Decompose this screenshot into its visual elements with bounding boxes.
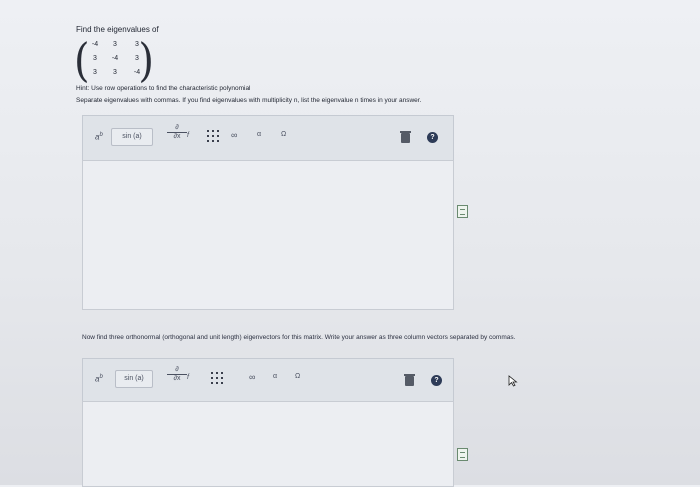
document-icon[interactable] [457, 205, 468, 218]
answer-input-2[interactable] [82, 401, 454, 487]
matrix-cell: 3 [93, 69, 97, 76]
matrix-cell: 3 [113, 41, 117, 48]
derivative-f: f [187, 132, 189, 139]
derivative-bottom: ∂x [167, 132, 187, 141]
matrix-cell: 3 [113, 69, 117, 76]
omega-button[interactable]: Ω [295, 373, 300, 380]
power-exp: b [99, 132, 103, 138]
derivative-button[interactable]: ∂ ∂x [167, 366, 187, 383]
help-icon[interactable]: ? [427, 132, 438, 143]
matrix-cell: 3 [93, 55, 97, 62]
sin-button[interactable]: sin (a) [115, 370, 153, 388]
matrix-cell: -4 [133, 69, 141, 76]
derivative-button[interactable]: ∂ ∂x [167, 124, 187, 141]
instruction-text: Separate eigenvalues with commas. If you… [76, 97, 422, 104]
document-icon[interactable] [457, 448, 468, 461]
infinity-button[interactable]: ∞ [249, 372, 255, 382]
derivative-top: ∂ [175, 366, 179, 373]
math-toolbar-1: ab sin (a) ∂ ∂x f ∞ α Ω ? [82, 115, 454, 161]
matrix: ( ) -4 3 3 3 -4 3 3 3 -4 [74, 38, 154, 84]
matrix-cell: 3 [135, 41, 139, 48]
math-toolbar-2: ab sin (a) ∂ ∂x f ∞ α Ω ? [82, 358, 454, 402]
matrix-cell: 3 [135, 55, 139, 62]
sin-button[interactable]: sin (a) [111, 128, 153, 146]
answer-input-1[interactable] [82, 160, 454, 310]
derivative-bottom: ∂x [167, 374, 187, 383]
matrix-grid-icon[interactable] [211, 372, 223, 384]
power-button[interactable]: ab [95, 132, 103, 142]
power-exp: b [99, 374, 103, 380]
trash-icon[interactable] [400, 131, 411, 143]
question2-text: Now find three orthonormal (orthogonal a… [82, 334, 516, 341]
power-button[interactable]: ab [95, 374, 103, 384]
matrix-cell: -4 [91, 41, 99, 48]
derivative-top: ∂ [175, 124, 179, 131]
alpha-button[interactable]: α [257, 131, 261, 138]
hint-text: Hint: Use row operations to find the cha… [76, 85, 251, 92]
trash-icon[interactable] [404, 374, 415, 386]
help-icon[interactable]: ? [431, 375, 442, 386]
infinity-button[interactable]: ∞ [231, 130, 237, 140]
derivative-f: f [187, 374, 189, 381]
question-title: Find the eigenvalues of [76, 25, 159, 34]
alpha-button[interactable]: α [273, 373, 277, 380]
cursor-icon [508, 375, 518, 387]
matrix-cell: -4 [111, 55, 119, 62]
omega-button[interactable]: Ω [281, 131, 286, 138]
matrix-grid-icon[interactable] [207, 130, 219, 142]
